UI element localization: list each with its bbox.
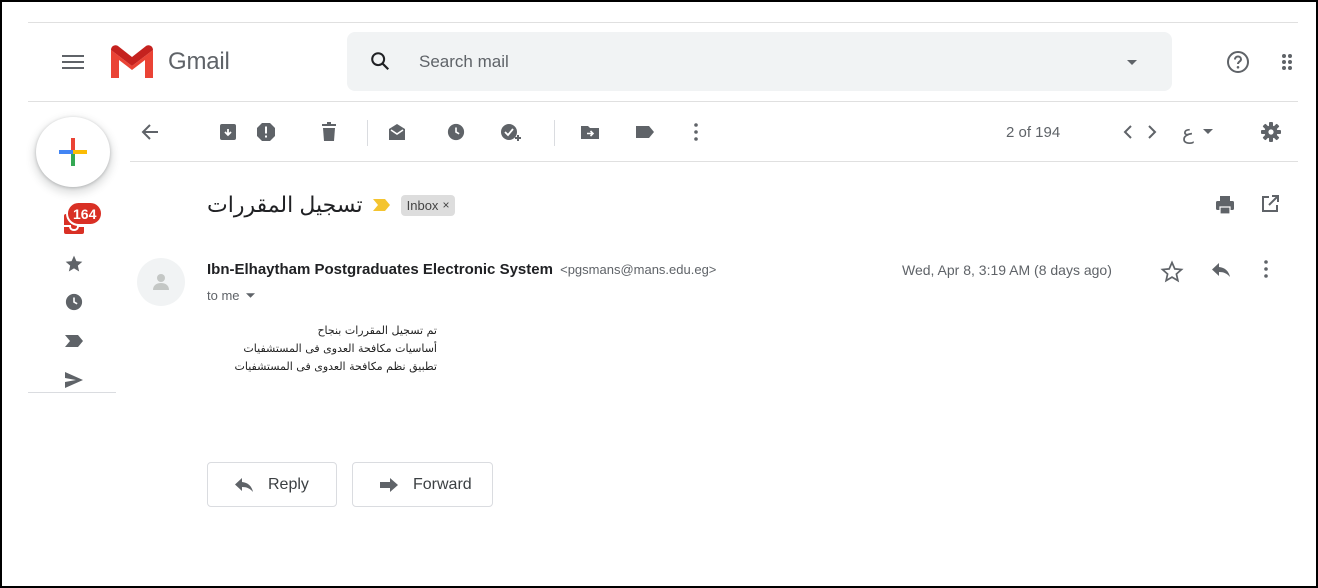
body-line: تم تسجيل المقررات بنجاح	[317, 324, 437, 337]
reply-button-label: Reply	[268, 475, 309, 493]
archive-button[interactable]	[216, 120, 240, 144]
default-avatar-icon	[153, 274, 169, 290]
gear-icon	[1261, 122, 1281, 142]
report-spam-icon	[257, 123, 275, 141]
inbox-unread-badge: 164	[66, 201, 104, 226]
input-tool-label: ع	[1182, 121, 1194, 144]
hamburger-icon	[62, 55, 84, 69]
snooze-button[interactable]	[444, 120, 468, 144]
settings-button[interactable]	[1259, 120, 1283, 144]
trash-icon	[322, 122, 336, 141]
rail-item-starred[interactable]	[62, 252, 86, 276]
top-divider	[28, 22, 1298, 23]
main-menu-button[interactable]	[56, 47, 90, 77]
search-icon[interactable]	[369, 50, 391, 72]
apps-icon[interactable]	[1281, 53, 1297, 71]
message-more-icon[interactable]	[1264, 260, 1268, 278]
reply-button[interactable]: Reply	[207, 462, 337, 507]
reply-icon[interactable]	[1211, 262, 1231, 278]
search-bar[interactable]	[347, 32, 1172, 91]
inbox-label-chip[interactable]: Inbox ×	[400, 194, 456, 216]
sender-email: <pgsmans@mans.edu.eg>	[560, 262, 717, 277]
forward-button[interactable]: Forward	[352, 462, 493, 507]
arrow-back-icon	[141, 124, 158, 140]
print-icon[interactable]	[1215, 195, 1235, 215]
sender-name[interactable]: Ibn-Elhaytham Postgraduates Electronic S…	[207, 261, 553, 278]
forward-arrow-icon	[380, 477, 398, 492]
reply-arrow-icon	[235, 477, 253, 492]
gmail-m-icon	[111, 45, 153, 78]
recipient-text: to me	[207, 288, 240, 303]
sender-avatar	[137, 258, 185, 306]
open-new-window-icon[interactable]	[1261, 195, 1279, 213]
mark-unread-button[interactable]	[385, 120, 409, 144]
older-button[interactable]	[1140, 120, 1164, 144]
recipient-details-toggle[interactable]: to me	[207, 288, 255, 303]
newer-button[interactable]	[1116, 120, 1140, 144]
snooze-clock-icon	[447, 123, 465, 141]
more-vert-icon	[694, 123, 698, 141]
forward-button-label: Forward	[413, 475, 472, 493]
move-to-folder-icon	[581, 126, 599, 139]
importance-marker-icon[interactable]	[372, 199, 391, 211]
archive-icon	[220, 124, 236, 140]
more-actions-button[interactable]	[684, 120, 708, 144]
message-body: تم تسجيل المقررات بنجاح أساسيات مكافحة ا…	[207, 322, 437, 376]
search-options-icon[interactable]	[1126, 59, 1138, 67]
back-button[interactable]	[138, 120, 162, 144]
pager-count: 2 of 194	[1006, 124, 1061, 141]
caret-down-icon	[1202, 129, 1213, 134]
remove-label-button[interactable]: ×	[442, 198, 449, 212]
input-tools-button[interactable]: ع	[1182, 120, 1228, 144]
add-to-tasks-button[interactable]	[499, 120, 523, 144]
star-filled-icon	[65, 255, 83, 272]
subject-line: تسجيل المقررات Inbox ×	[207, 192, 456, 218]
compose-button[interactable]	[36, 117, 110, 187]
rail-item-important[interactable]	[62, 329, 86, 353]
mark-unread-icon	[389, 124, 405, 140]
toolbar-divider	[130, 161, 1298, 162]
labels-button[interactable]	[633, 120, 657, 144]
rail-item-sent[interactable]	[62, 368, 86, 392]
header-divider	[28, 101, 1298, 102]
move-to-button[interactable]	[578, 120, 602, 144]
star-outline-icon[interactable]	[1160, 260, 1184, 284]
app-name: Gmail	[168, 48, 230, 75]
toolbar-separator	[554, 120, 555, 146]
clock-icon	[65, 293, 83, 311]
delete-button[interactable]	[317, 120, 341, 144]
body-line: أساسيات مكافحة العدوى فى المستشفيات	[243, 342, 437, 355]
help-icon[interactable]	[1226, 50, 1250, 74]
rail-item-snoozed[interactable]	[62, 290, 86, 314]
send-icon	[65, 372, 83, 388]
chevron-left-icon	[1123, 125, 1132, 139]
toolbar-separator	[367, 120, 368, 146]
label-icon	[636, 126, 654, 138]
body-line: تطبيق نظم مكافحة العدوى فى المستشفيات	[234, 360, 437, 373]
search-input[interactable]	[419, 49, 1099, 75]
chevron-right-icon	[1148, 125, 1157, 139]
caret-down-icon	[245, 292, 255, 298]
message-date: Wed, Apr 8, 3:19 AM (8 days ago)	[902, 262, 1112, 278]
report-spam-button[interactable]	[254, 120, 278, 144]
email-subject: تسجيل المقررات	[207, 192, 363, 217]
important-icon	[65, 335, 83, 347]
gmail-logo[interactable]: Gmail	[108, 44, 230, 80]
sender-line: Ibn-Elhaytham Postgraduates Electronic S…	[207, 261, 716, 278]
rail-divider	[28, 392, 116, 393]
label-chip-text: Inbox	[406, 197, 439, 213]
plus-icon	[59, 138, 87, 166]
add-task-icon	[501, 124, 521, 141]
